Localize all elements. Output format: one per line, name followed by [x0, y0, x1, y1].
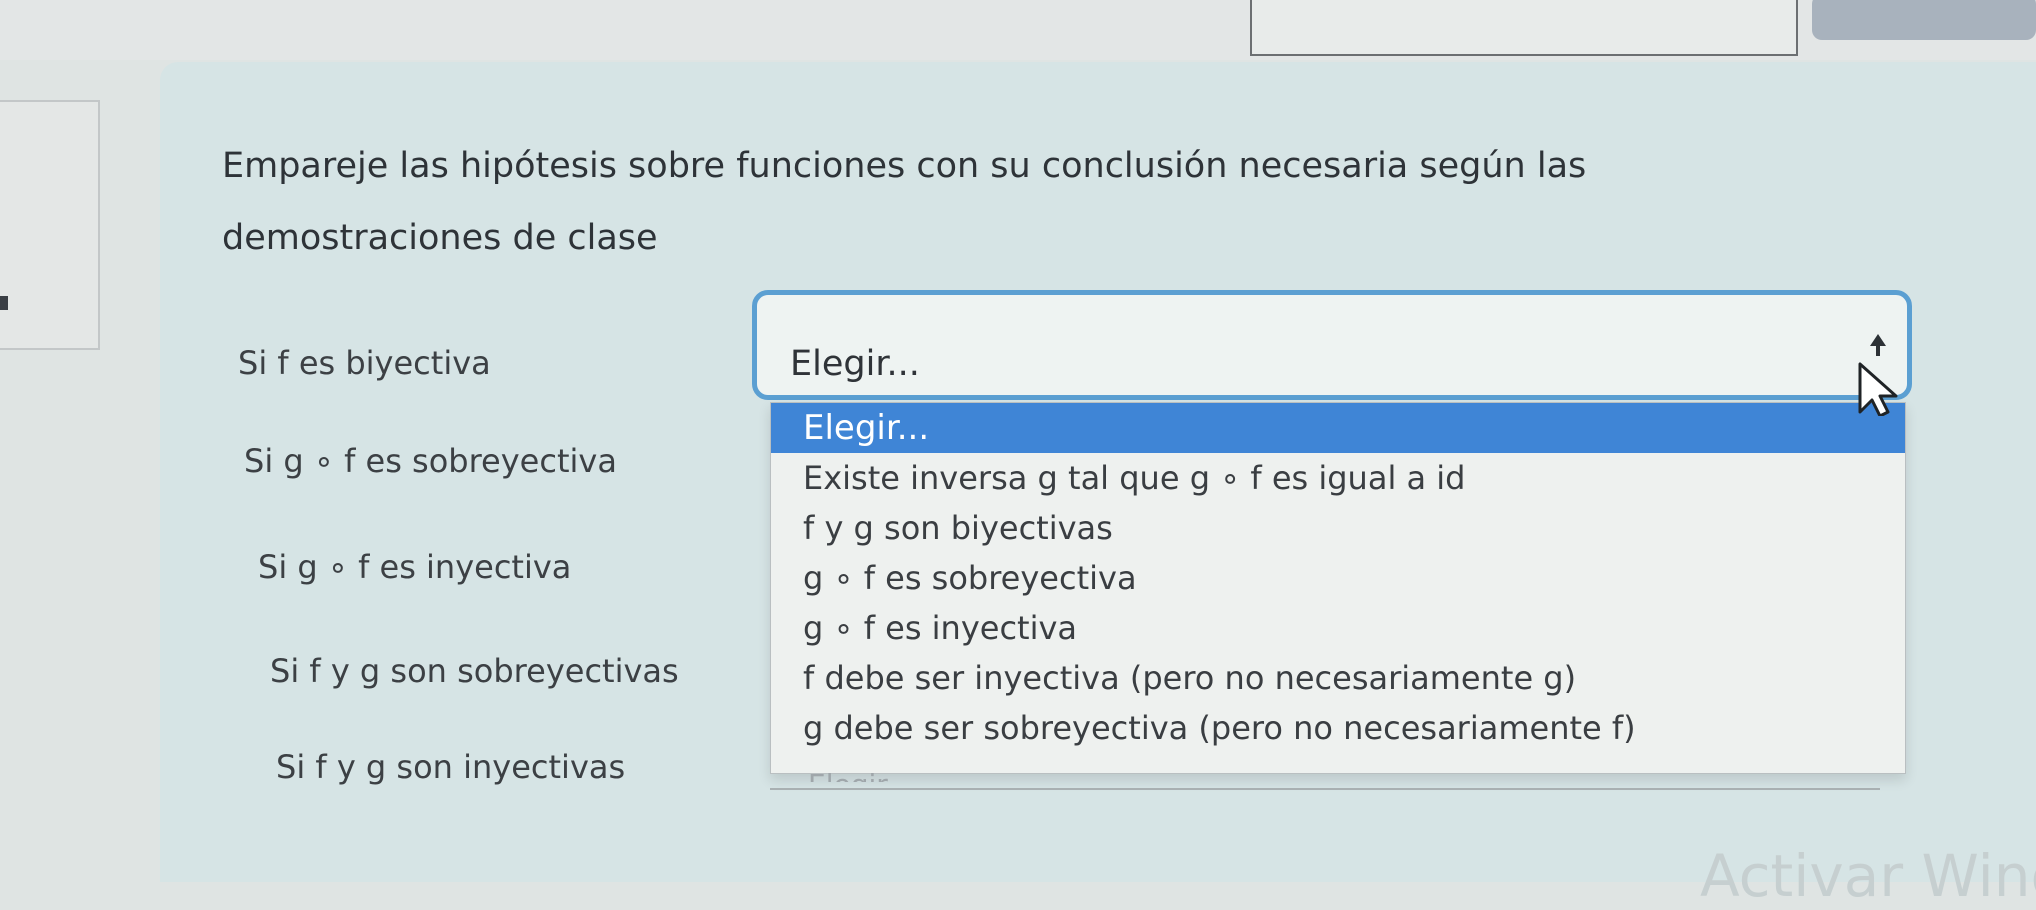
row-label-3: Si g ∘ f es inyectiva	[258, 548, 572, 586]
hidden-select-border	[770, 788, 1880, 790]
mouse-pointer-icon	[1858, 334, 1898, 416]
navigation-panel	[0, 100, 100, 350]
option-f-injective[interactable]: f debe ser inyectiva (pero no necesariam…	[803, 657, 1576, 699]
panel-marker	[0, 296, 8, 310]
answer-select-value: Elegir...	[790, 344, 920, 384]
option-inverse-exists[interactable]: Existe inversa g tal que g ∘ f es igual …	[803, 457, 1465, 499]
time-box	[1250, 0, 1798, 56]
dropdown-list: Elegir... Existe inversa g tal que g ∘ f…	[770, 402, 1906, 774]
option-g-surjective[interactable]: g debe ser sobreyectiva (pero no necesar…	[803, 707, 1636, 749]
option-gf-injective[interactable]: g ∘ f es inyectiva	[803, 607, 1077, 649]
row-label-1: Si f es biyectiva	[238, 344, 491, 382]
hidden-select-value: Elegir...	[808, 768, 912, 782]
question-text: Empareje las hipótesis sobre funciones c…	[222, 146, 1587, 258]
row-label-4: Si f y g son sobreyectivas	[270, 652, 679, 690]
row-label-2: Si g ∘ f es sobreyectiva	[244, 442, 617, 480]
option-f-g-bijective[interactable]: f y g son biyectivas	[803, 507, 1113, 549]
row-label-5: Si f y g son inyectivas	[276, 748, 626, 786]
answer-select-1[interactable]	[752, 290, 1912, 400]
option-choose[interactable]: Elegir...	[771, 403, 1905, 453]
top-right-button[interactable]	[1812, 0, 2036, 40]
activation-watermark: Activar Wind	[1700, 842, 2036, 910]
option-gf-surjective[interactable]: g ∘ f es sobreyectiva	[803, 557, 1137, 599]
